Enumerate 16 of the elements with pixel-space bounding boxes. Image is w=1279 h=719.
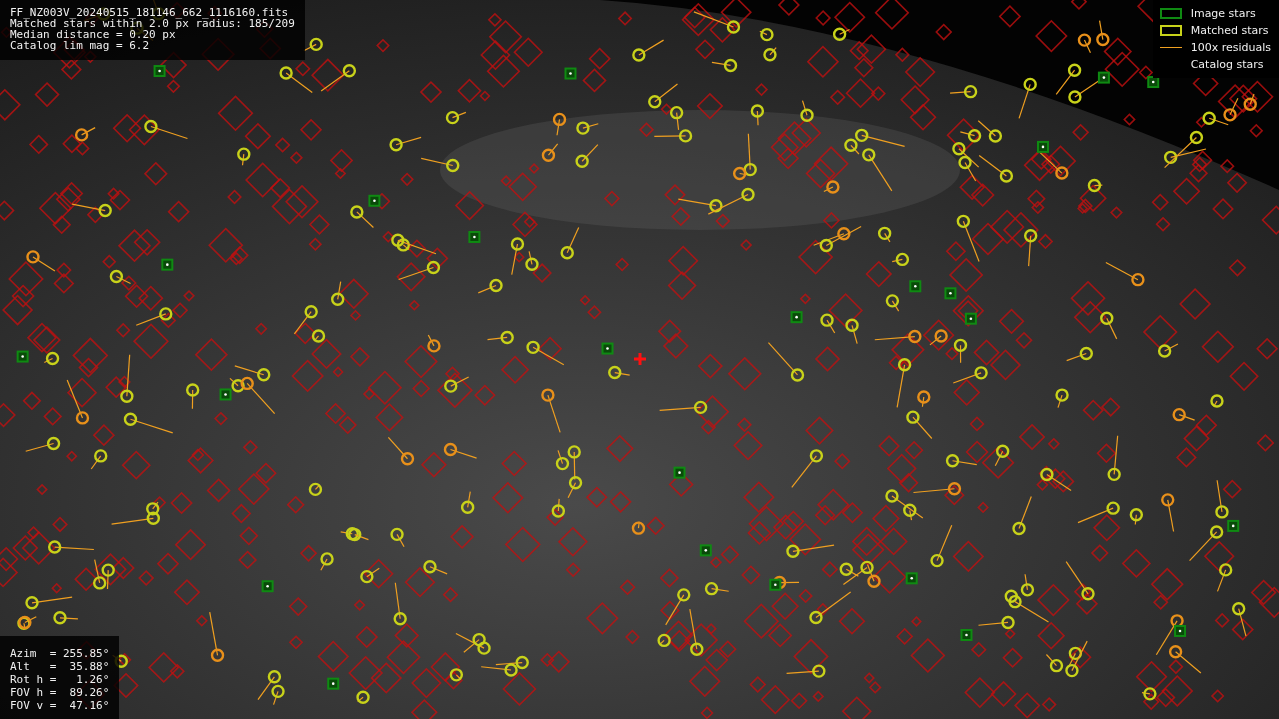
info-text: Catalog lim mag = 6.2 (10, 40, 151, 51)
info-text: Matched stars within 2.0 px radius: 185/209 (10, 18, 295, 29)
pointing-text: FOV v = 47.16° (10, 700, 110, 711)
legend-line-icon (1159, 47, 1182, 48)
legend-swatch-icon (1159, 25, 1182, 36)
legend-label: Matched stars (1190, 24, 1269, 37)
info-text: FF_NZ003V_20240515_181146_662_1116160.fits (10, 7, 290, 18)
legend-swatch-icon (1159, 8, 1182, 19)
pointing-text: Rot h = 1.26° (10, 674, 110, 685)
info-text: Median distance = 0.20 px (10, 29, 176, 40)
pointing-text: FOV h = 89.26° (10, 687, 110, 698)
legend-label: Image stars (1190, 7, 1256, 20)
legend-label: Catalog stars (1190, 58, 1264, 71)
pointing-text: Azim = 255.85° (10, 648, 110, 659)
legend-label: 100x residuals (1190, 41, 1271, 54)
pointing-text: Alt = 35.88° (10, 661, 110, 672)
